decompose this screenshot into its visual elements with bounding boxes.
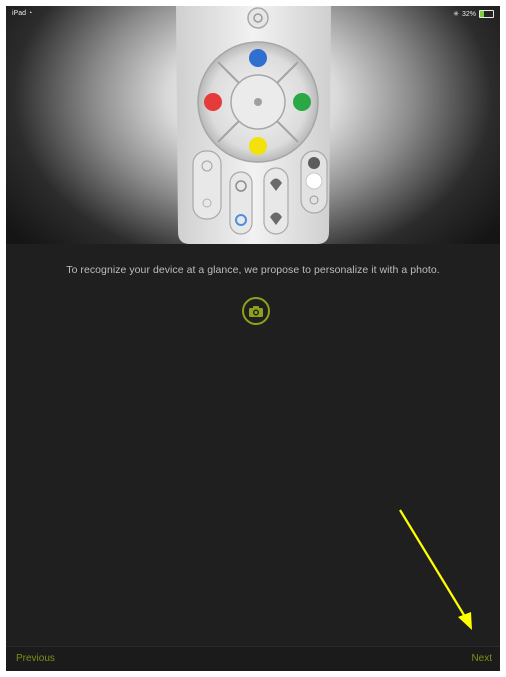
bottom-navigation: Previous Next [6,646,500,671]
bluetooth-icon: ✳ [453,11,459,18]
app-screen: iPad ◔ ✳ 32% To recognize your device at… [6,6,500,671]
previous-button[interactable]: Previous [16,653,55,664]
remote-control-photo [6,6,500,244]
wifi-icon: ◔ [27,10,33,17]
status-bar: iPad ◔ ✳ 32% [6,6,500,22]
remote-red-button [204,93,222,111]
battery-icon [479,10,494,18]
battery-percent: 32% [461,10,476,18]
status-left: iPad ◔ [12,10,32,17]
status-right: ✳ 32% [453,10,494,18]
remote-yellow-button [249,137,267,155]
camera-icon [249,305,263,317]
remote-blue-button [249,49,267,67]
remote-illustration [176,6,331,244]
add-photo-button[interactable] [242,297,270,325]
personalize-message: To recognize your device at a glance, we… [66,264,440,276]
device-name: iPad [12,10,27,17]
remote-green-button [293,93,311,111]
next-button[interactable]: Next [471,653,492,664]
